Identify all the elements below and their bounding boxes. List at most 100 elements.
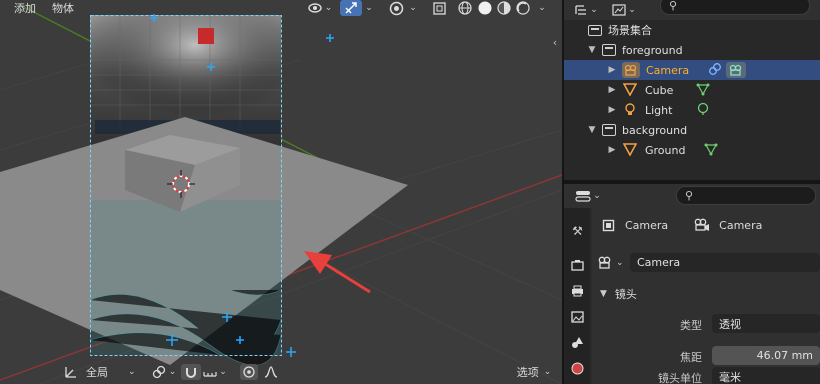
scene-collection-icon bbox=[588, 24, 602, 36]
camera-data-icon[interactable] bbox=[726, 62, 746, 78]
snap-target-dropdown[interactable]: ⌄ bbox=[202, 364, 228, 380]
tool-wrench-icon: ⚒ bbox=[572, 223, 583, 238]
outliner-item-label: Cube bbox=[645, 83, 674, 97]
outliner-header: ⌄ ⌄ ⚲ bbox=[564, 0, 820, 20]
light-object-icon bbox=[623, 102, 637, 119]
expand-triangle-icon[interactable]: ▼ bbox=[586, 125, 598, 135]
material-sphere-icon bbox=[497, 1, 511, 15]
pivot-dropdown[interactable]: ⌄ bbox=[150, 364, 178, 380]
outliner-row-scene-collection[interactable]: 场景集合 bbox=[564, 20, 820, 40]
outliner-row-foreground[interactable]: ▼ foreground bbox=[564, 40, 820, 60]
expand-triangle-icon[interactable]: ▶ bbox=[606, 105, 618, 115]
eye-icon bbox=[308, 3, 322, 13]
breadcrumb-data: Camera bbox=[719, 218, 763, 232]
overlay-toggle[interactable] bbox=[386, 0, 406, 16]
properties-search-input[interactable]: ⚲ bbox=[676, 186, 816, 205]
collection-icon bbox=[602, 124, 616, 136]
outliner-row-cube[interactable]: ▶ Cube bbox=[564, 80, 820, 100]
outliner-item-label: background bbox=[622, 123, 688, 137]
image-layers-icon bbox=[571, 310, 584, 323]
properties-content: Camera Camera ⌄ Camera ▼ 镜头 类型 透视 焦距 46.… bbox=[592, 208, 820, 384]
camera-object-icon bbox=[622, 62, 640, 78]
lens-unit-label: 镜头单位 bbox=[658, 372, 702, 384]
expand-triangle-icon[interactable]: ▶ bbox=[606, 145, 618, 155]
falloff-curve-icon bbox=[264, 366, 278, 378]
viewport-scene[interactable] bbox=[0, 0, 562, 384]
transform-orientation-dropdown[interactable]: 全局 ⌄ bbox=[64, 364, 144, 380]
breadcrumb-object: Camera bbox=[625, 218, 669, 232]
overlay-dropdown[interactable]: ⌄ bbox=[408, 0, 418, 16]
outliner-panel: ⌄ ⌄ ⚲ 场景集合 ▼ foreground ▶ Camera ▶ Cube … bbox=[564, 0, 820, 180]
datablock-browse-button[interactable]: ⌄ bbox=[598, 253, 628, 272]
chevron-down-icon: ⌄ bbox=[128, 367, 136, 377]
gizmo-dropdown[interactable]: ⌄ bbox=[364, 0, 374, 16]
snap-toggle[interactable] bbox=[181, 364, 201, 380]
tab-scene[interactable] bbox=[567, 332, 588, 353]
outliner-row-background[interactable]: ▼ background bbox=[564, 120, 820, 140]
printer-icon bbox=[572, 285, 583, 296]
options-dropdown[interactable]: 选项 ⌄ bbox=[512, 364, 556, 380]
panel-expand-triangle-icon: ▼ bbox=[600, 289, 607, 299]
lens-panel-header[interactable]: ▼ 镜头 bbox=[592, 282, 820, 306]
rendered-sphere-icon bbox=[516, 1, 530, 15]
expand-triangle-icon[interactable]: ▼ bbox=[586, 45, 598, 55]
tab-view-layer[interactable] bbox=[567, 306, 588, 327]
chevron-down-icon: ⌄ bbox=[324, 3, 333, 13]
viewport-footer: 全局 ⌄ ⌄ ⌄ 选项 ⌄ bbox=[0, 360, 562, 384]
shading-solid[interactable] bbox=[476, 0, 494, 16]
shading-wireframe[interactable] bbox=[456, 0, 474, 16]
lens-panel-title: 镜头 bbox=[614, 288, 637, 301]
outliner-tree-icon bbox=[575, 5, 587, 15]
orientation-label: 全局 bbox=[86, 366, 108, 379]
visibility-dropdown[interactable]: ⌄ bbox=[306, 0, 334, 16]
mesh-object-icon bbox=[622, 142, 638, 159]
focal-length-label: 焦距 bbox=[680, 351, 702, 364]
render-camera-back-icon bbox=[571, 259, 584, 271]
shading-material[interactable] bbox=[495, 0, 513, 16]
shading-rendered[interactable] bbox=[514, 0, 532, 16]
scene-collection-label: 场景集合 bbox=[608, 24, 652, 37]
collection-icon bbox=[602, 44, 616, 56]
chevron-down-icon: ⌄ bbox=[616, 257, 624, 268]
object-square-icon bbox=[602, 219, 615, 231]
camera-data-icon bbox=[694, 218, 710, 231]
collapse-sidebar-icon[interactable]: ‹ bbox=[550, 34, 560, 50]
shading-dropdown[interactable]: ⌄ bbox=[536, 0, 548, 16]
falloff-dropdown[interactable] bbox=[260, 364, 282, 380]
3d-viewport[interactable]: 添加 物体 ⌄ ⌄ ⌄ ⌄ ‹ 全局 ⌄ ⌄ ⌄ 选项 ⌄ bbox=[0, 0, 562, 384]
display-mode-dropdown[interactable]: ⌄ bbox=[570, 2, 602, 18]
outliner-item-label: Camera bbox=[646, 63, 690, 77]
properties-header: ⌄ ⚲ bbox=[564, 184, 820, 208]
outliner-search-input[interactable]: ⚲ bbox=[660, 0, 810, 15]
menu-object[interactable]: 物体 bbox=[52, 0, 74, 16]
outliner-row-light[interactable]: ▶ Light bbox=[564, 100, 820, 120]
focal-length-field[interactable]: 46.07 mm bbox=[712, 346, 820, 365]
proportional-edit-toggle[interactable] bbox=[240, 364, 258, 380]
mesh-data-icon[interactable] bbox=[696, 82, 710, 99]
tab-world[interactable] bbox=[567, 358, 588, 379]
datablock-name-field[interactable]: Camera bbox=[630, 253, 820, 272]
properties-panel: ⌄ ⚲ ⚒ Camera Camera ⌄ Camera ▼ 镜头 类型 透视 … bbox=[564, 184, 820, 384]
search-icon: ⚲ bbox=[685, 189, 694, 202]
solid-sphere-icon bbox=[478, 1, 492, 15]
expand-triangle-icon[interactable]: ▶ bbox=[606, 65, 618, 75]
light-data-icon[interactable] bbox=[696, 102, 710, 119]
outliner-row-ground[interactable]: ▶ Ground bbox=[564, 140, 820, 160]
menu-add[interactable]: 添加 bbox=[14, 0, 36, 16]
editor-type-dropdown[interactable]: ⌄ bbox=[572, 188, 604, 204]
tab-render[interactable] bbox=[567, 254, 588, 275]
constraint-icon[interactable] bbox=[708, 62, 722, 79]
properties-tab-bar: ⚒ bbox=[564, 208, 590, 384]
xray-toggle[interactable] bbox=[430, 0, 448, 16]
outliner-row-camera[interactable]: ▶ Camera bbox=[564, 60, 820, 80]
tab-output[interactable] bbox=[567, 280, 588, 301]
mesh-data-icon[interactable] bbox=[704, 142, 718, 159]
type-dropdown[interactable]: 透视 bbox=[712, 314, 820, 333]
gizmo-toggle[interactable] bbox=[340, 0, 362, 16]
gizmo-arrows-icon bbox=[345, 2, 357, 14]
tab-tool[interactable]: ⚒ bbox=[567, 220, 588, 241]
filter-dropdown[interactable]: ⌄ bbox=[608, 2, 640, 18]
link-chain-icon bbox=[152, 365, 165, 379]
lens-unit-dropdown[interactable]: 毫米 bbox=[712, 367, 820, 384]
expand-triangle-icon[interactable]: ▶ bbox=[606, 85, 618, 95]
